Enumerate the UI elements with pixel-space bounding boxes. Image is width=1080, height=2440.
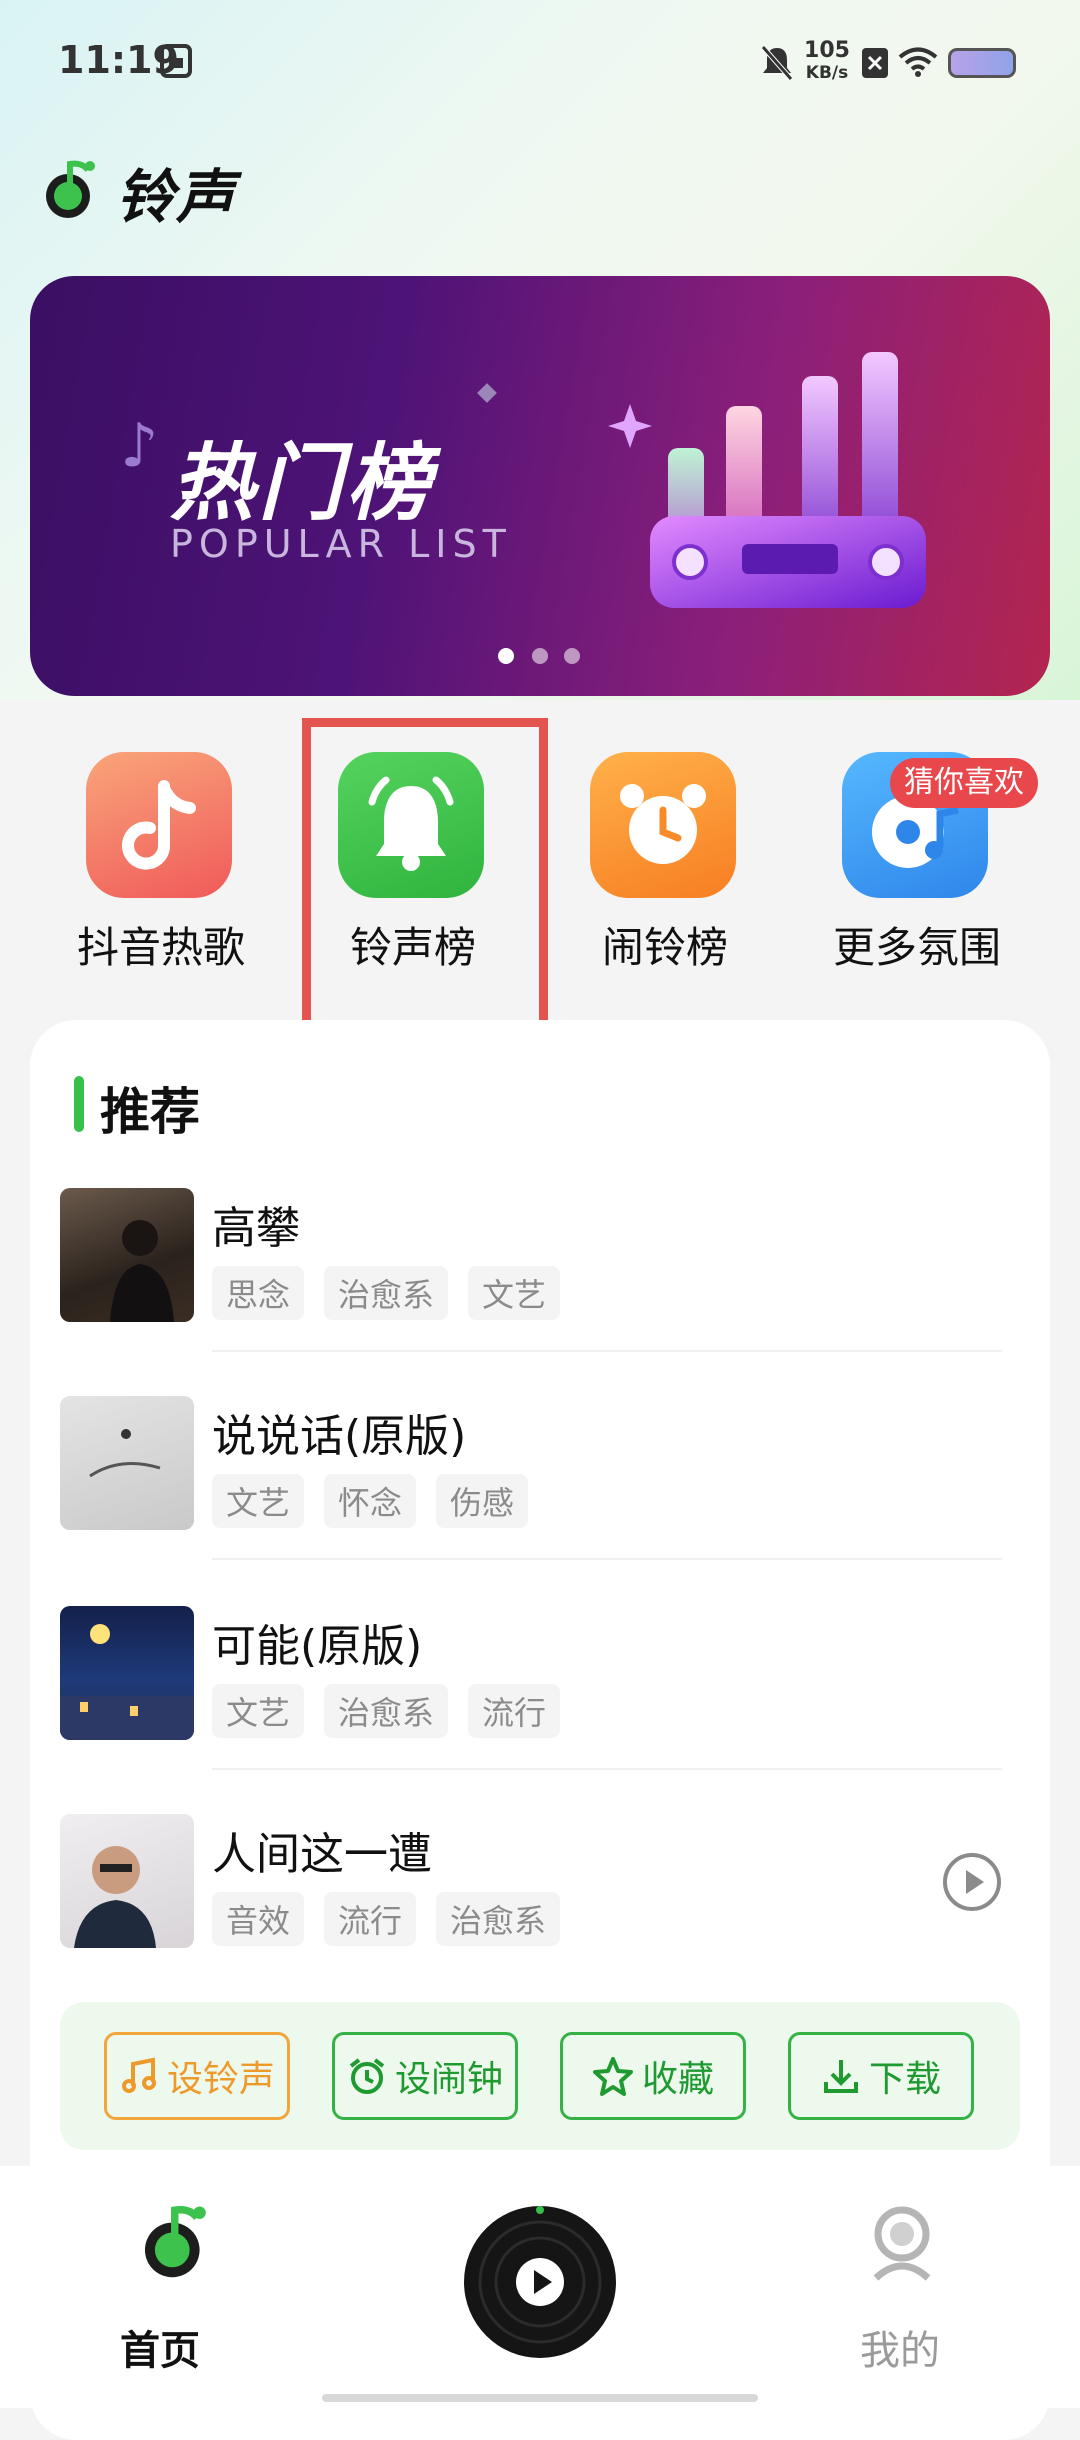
category-douyin-hot[interactable]: 抖音热歌 bbox=[56, 752, 266, 982]
divider bbox=[212, 1558, 1002, 1560]
action-label: 收藏 bbox=[641, 2059, 714, 2100]
song-cover bbox=[60, 1188, 194, 1322]
song-tags: 文艺 治愈系 流行 bbox=[212, 1684, 561, 1738]
app-title: 铃声 bbox=[116, 163, 237, 231]
tag[interactable]: 治愈系 bbox=[324, 1266, 449, 1320]
tag[interactable]: 文艺 bbox=[468, 1266, 561, 1320]
action-label: 下载 bbox=[868, 2059, 941, 2100]
category-label: 抖音热歌 bbox=[76, 923, 245, 972]
category-alarm-chart[interactable]: 闹铃榜 bbox=[560, 752, 770, 982]
action-label: 设闹钟 bbox=[394, 2059, 503, 2100]
section-title: 推荐 bbox=[100, 1083, 200, 1141]
player-disc-button[interactable] bbox=[462, 2204, 618, 2360]
tiktok-note-icon bbox=[86, 752, 232, 898]
banner-title: 热门榜 bbox=[170, 434, 435, 532]
tag[interactable]: 流行 bbox=[468, 1684, 561, 1738]
tag[interactable]: 音效 bbox=[212, 1892, 305, 1946]
star-icon bbox=[592, 2057, 633, 2096]
action-label: 设铃声 bbox=[166, 2059, 275, 2100]
song-title: 可能(原版) bbox=[212, 1621, 423, 1672]
tag[interactable]: 思念 bbox=[212, 1266, 305, 1320]
song-tags: 思念 治愈系 文艺 bbox=[212, 1266, 561, 1320]
nav-home-icon[interactable] bbox=[140, 2200, 212, 2280]
song-item[interactable]: 可能(原版) 文艺 治愈系 流行 bbox=[60, 1606, 1020, 1796]
nav-profile-icon[interactable] bbox=[864, 2204, 940, 2284]
highlight-box bbox=[302, 718, 548, 1038]
set-ringtone-button[interactable]: 设铃声 bbox=[104, 2032, 290, 2120]
nav-home-label[interactable]: 首页 bbox=[120, 2318, 200, 2376]
carousel-dot-2[interactable] bbox=[532, 648, 548, 664]
sim-card-icon bbox=[160, 44, 192, 78]
gesture-home-bar[interactable] bbox=[322, 2394, 758, 2402]
play-circle-icon[interactable] bbox=[942, 1852, 1002, 1912]
category-label: 闹铃榜 bbox=[601, 923, 728, 972]
tag[interactable]: 治愈系 bbox=[436, 1892, 561, 1946]
tag[interactable]: 文艺 bbox=[212, 1474, 305, 1528]
song-cover bbox=[60, 1606, 194, 1740]
nav-mine-label[interactable]: 我的 bbox=[860, 2318, 940, 2376]
song-cover bbox=[60, 1396, 194, 1530]
category-label: 更多氛围 bbox=[832, 923, 1001, 972]
banner-subtitle: POPULAR LIST bbox=[170, 522, 512, 566]
tag[interactable]: 治愈系 bbox=[324, 1684, 449, 1738]
song-title: 说说话(原版) bbox=[212, 1411, 467, 1462]
tag[interactable]: 流行 bbox=[324, 1892, 417, 1946]
wifi-icon bbox=[898, 47, 938, 77]
music-note-icon bbox=[121, 2057, 156, 2093]
svg-text:♪: ♪ bbox=[120, 411, 158, 481]
alarm-clock-icon bbox=[349, 2058, 385, 2094]
song-cover bbox=[60, 1814, 194, 1948]
net-speed-value: 105 bbox=[804, 38, 850, 63]
song-item[interactable]: 人间这一遭 音效 流行 治愈系 bbox=[60, 1814, 1020, 2004]
song-item[interactable]: 说说话(原版) 文艺 怀念 伤感 bbox=[60, 1396, 1020, 1586]
song-title: 人间这一遭 bbox=[212, 1829, 432, 1880]
tag[interactable]: 文艺 bbox=[212, 1684, 305, 1738]
set-alarm-button[interactable]: 设闹钟 bbox=[332, 2032, 518, 2120]
tag[interactable]: 伤感 bbox=[436, 1474, 529, 1528]
battery-icon bbox=[948, 48, 1016, 78]
divider bbox=[212, 1768, 1002, 1770]
badge-guess-you-like: 猜你喜欢 bbox=[890, 758, 1038, 808]
banner-carousel[interactable]: ♪ 热门榜 POPULAR LIST bbox=[30, 276, 1050, 696]
song-action-bar: 设铃声 设闹钟 收藏 下载 bbox=[60, 2002, 1020, 2150]
song-tags: 音效 流行 治愈系 bbox=[212, 1892, 561, 1946]
carousel-dot-1[interactable] bbox=[498, 648, 514, 664]
mute-bell-icon bbox=[761, 45, 793, 81]
app-logo-icon bbox=[46, 160, 95, 218]
network-speed: 105 KB/s bbox=[804, 40, 850, 84]
tag[interactable]: 怀念 bbox=[324, 1474, 417, 1528]
favorite-button[interactable]: 收藏 bbox=[560, 2032, 746, 2120]
divider bbox=[212, 1350, 1002, 1352]
song-tags: 文艺 怀念 伤感 bbox=[212, 1474, 529, 1528]
song-title: 高攀 bbox=[212, 1203, 300, 1254]
download-button[interactable]: 下载 bbox=[788, 2032, 974, 2120]
song-item[interactable]: 高攀 思念 治愈系 文艺 bbox=[60, 1188, 1020, 1378]
download-icon bbox=[823, 2060, 858, 2093]
sim-x-icon bbox=[862, 48, 888, 78]
alarm-clock-icon bbox=[590, 752, 736, 898]
net-speed-unit: KB/s bbox=[805, 63, 849, 83]
carousel-dot-3[interactable] bbox=[564, 648, 580, 664]
section-accent-bar bbox=[74, 1076, 84, 1132]
